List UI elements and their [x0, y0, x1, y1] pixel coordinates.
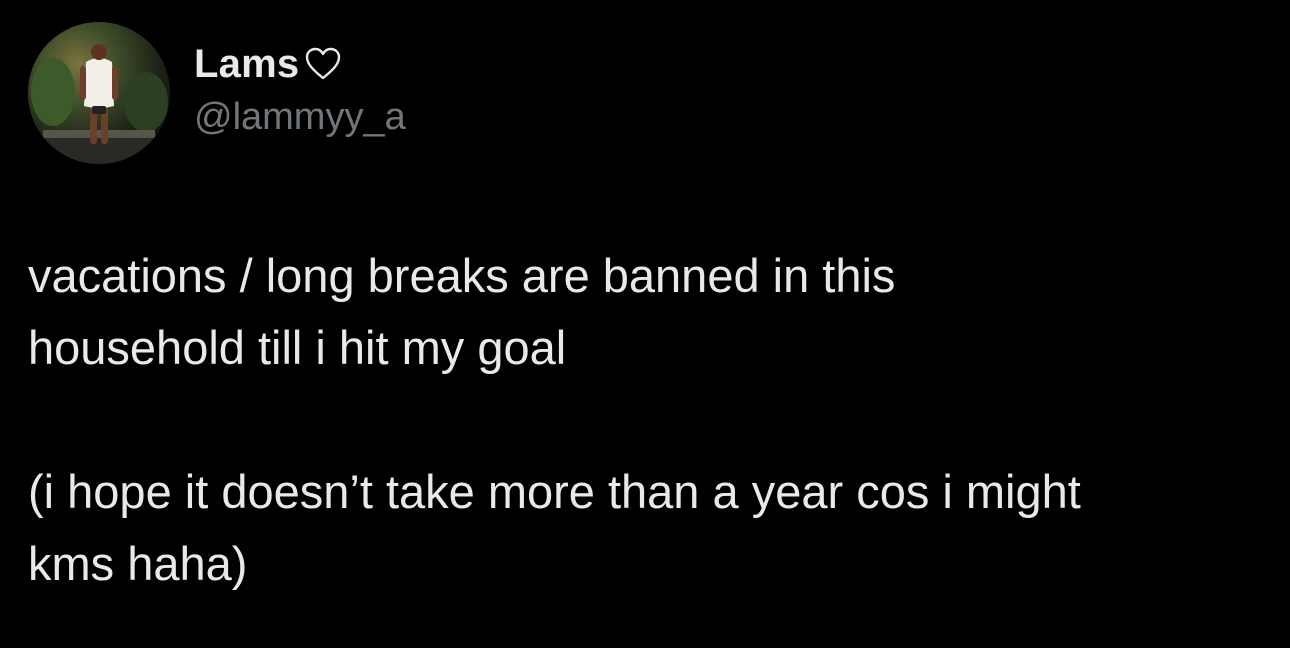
user-handle[interactable]: @lammyy_a: [194, 96, 406, 139]
tweet-card: Lams @lammyy_a vacations / long breaks a…: [0, 0, 1290, 648]
tweet-text: vacations / long breaks are banned in th…: [28, 240, 1268, 600]
tweet-header: Lams @lammyy_a: [28, 22, 406, 164]
author-identity: Lams @lammyy_a: [194, 38, 406, 139]
tweet-paragraph: vacations / long breaks are banned in th…: [28, 249, 896, 374]
display-name-row: Lams: [194, 38, 406, 90]
heart-outline-icon: [303, 44, 343, 84]
tweet-paragraph: (i hope it doesn’t take more than a year…: [28, 465, 1081, 590]
profile-photo-icon: [28, 22, 170, 164]
avatar[interactable]: [28, 22, 170, 164]
display-name[interactable]: Lams: [194, 42, 299, 87]
